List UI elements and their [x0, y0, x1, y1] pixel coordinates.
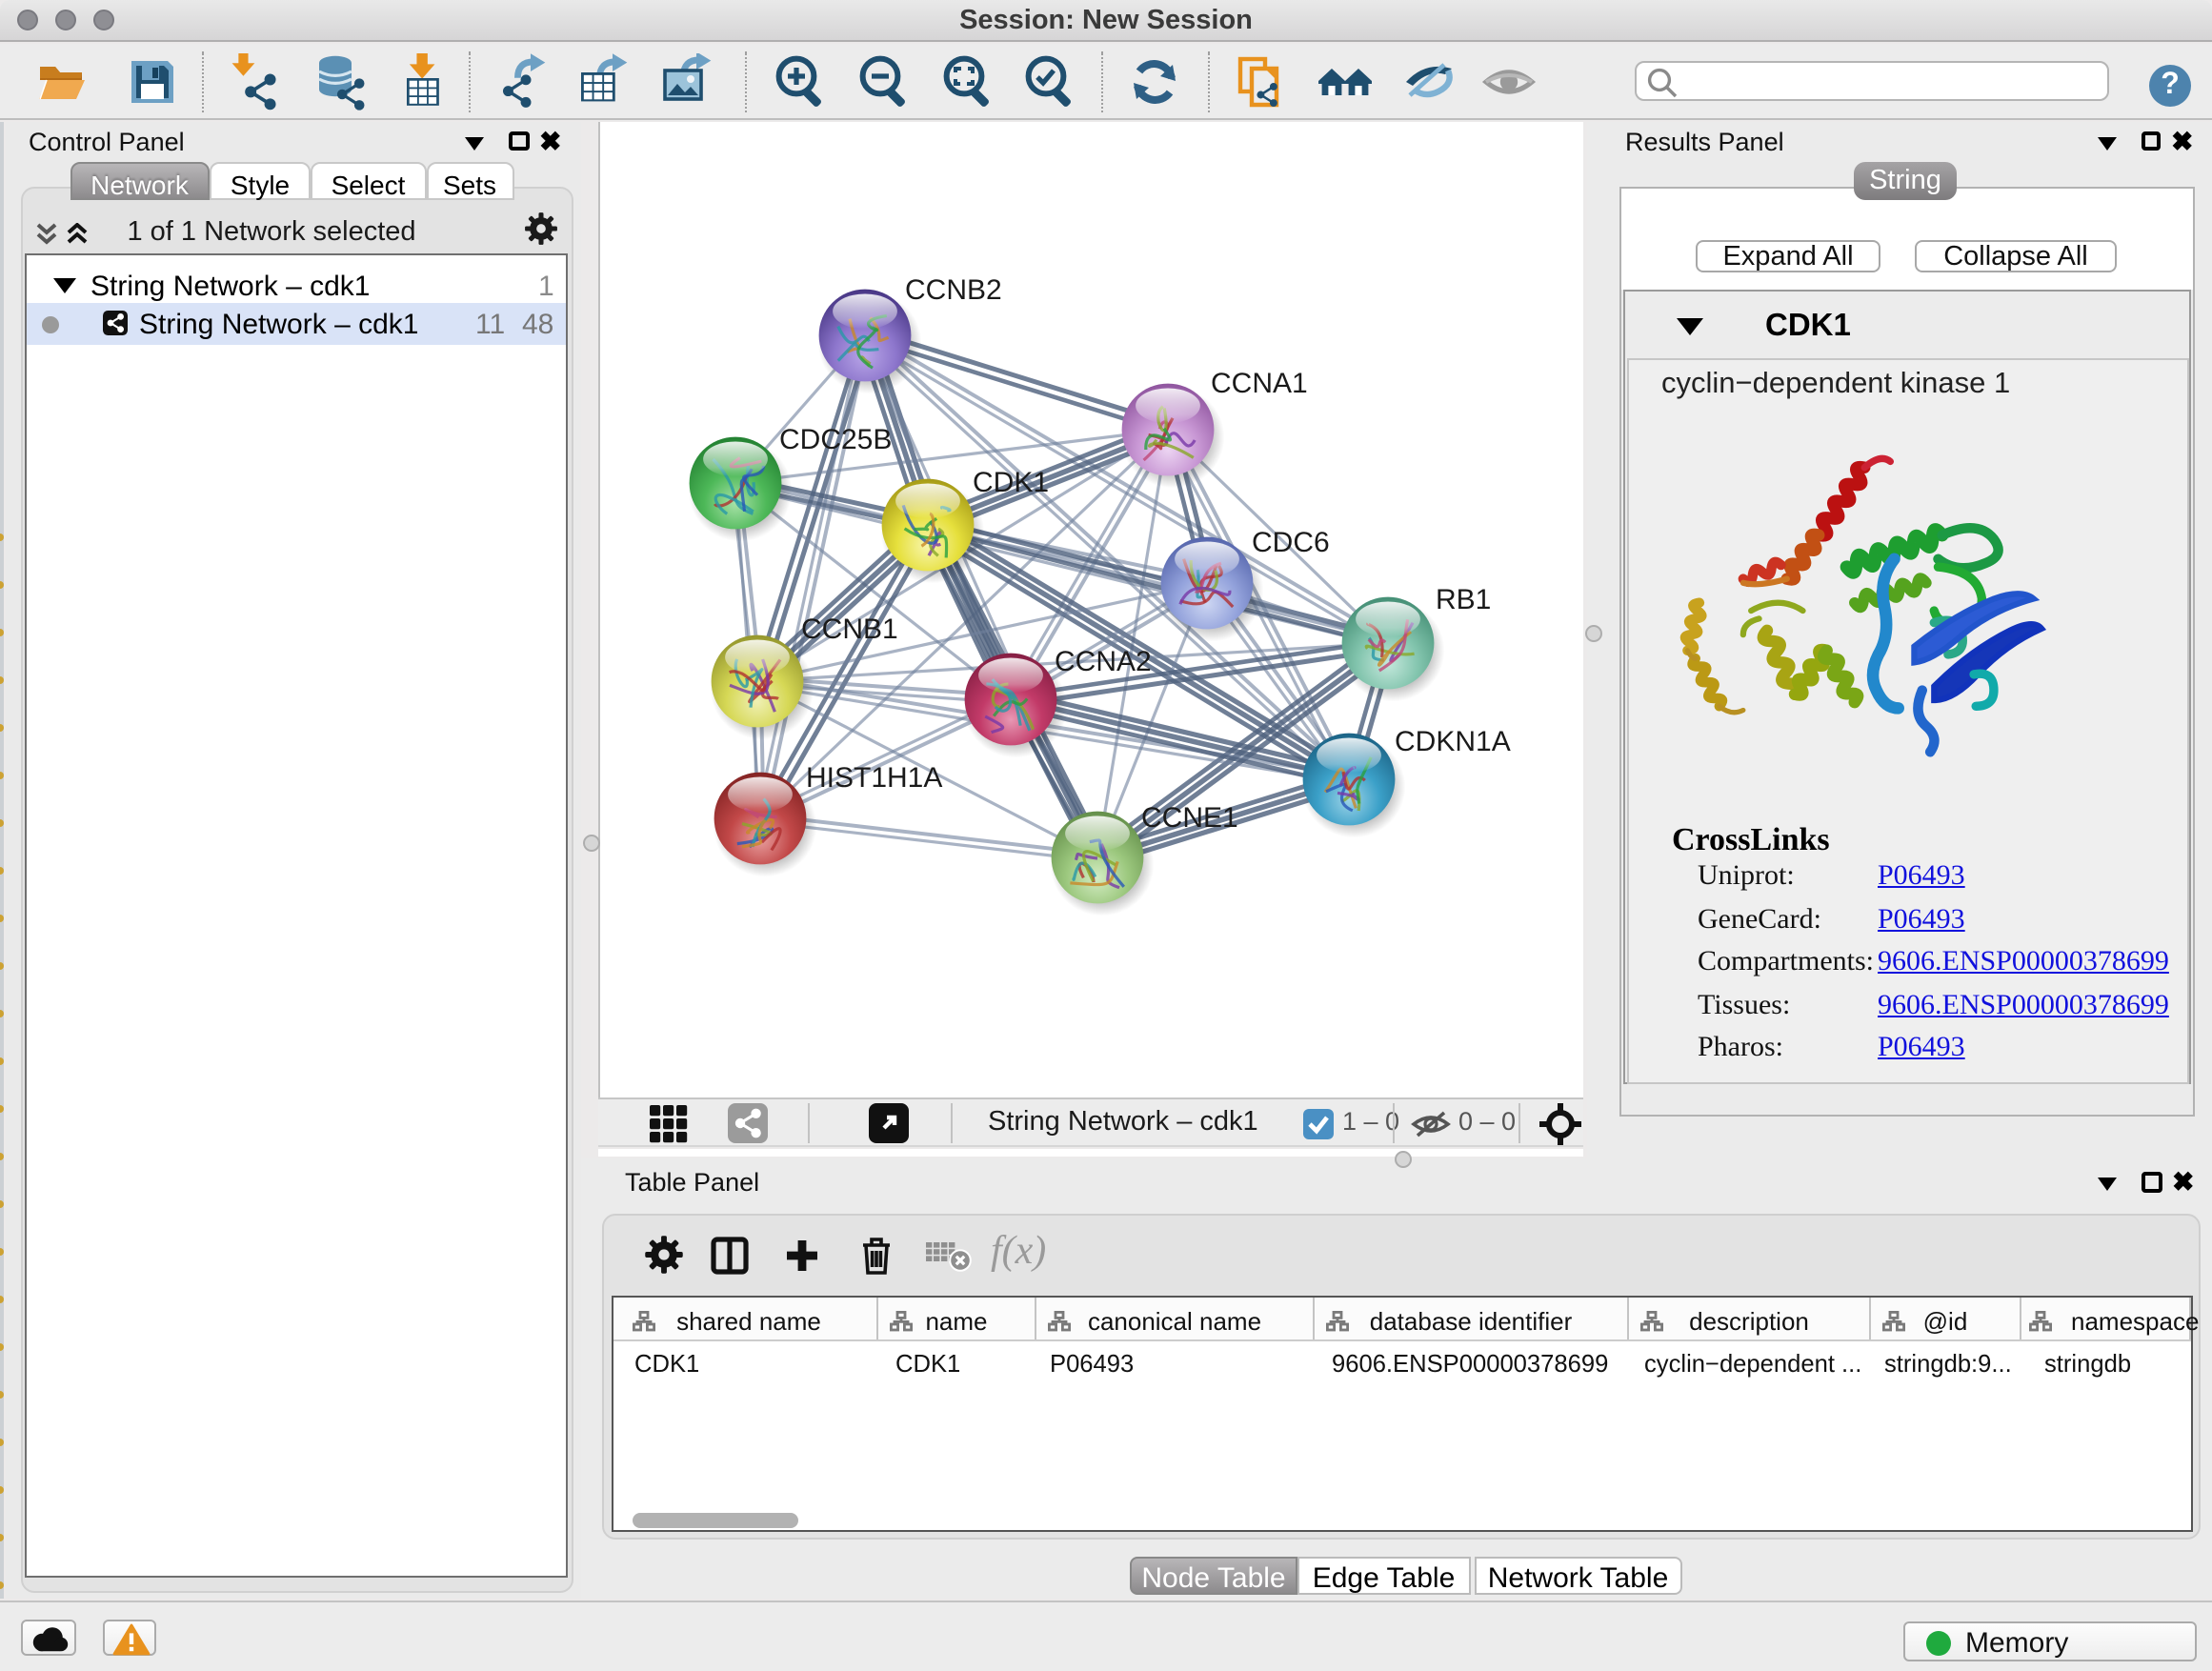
svg-text:HIST1H1A: HIST1H1A [805, 761, 941, 793]
svg-text:CCNA1: CCNA1 [1210, 367, 1307, 398]
svg-text:CDK1: CDK1 [972, 466, 1048, 497]
svg-text:CDKN1A: CDKN1A [1394, 725, 1510, 756]
svg-text:CDC25B: CDC25B [778, 423, 891, 454]
svg-text:CCNB1: CCNB1 [800, 613, 897, 644]
svg-text:RB1: RB1 [1435, 583, 1490, 614]
svg-text:CCNB2: CCNB2 [904, 273, 1001, 305]
svg-text:CDC6: CDC6 [1251, 526, 1329, 557]
svg-text:CCNA2: CCNA2 [1054, 645, 1151, 676]
svg-text:CCNE1: CCNE1 [1140, 801, 1237, 833]
